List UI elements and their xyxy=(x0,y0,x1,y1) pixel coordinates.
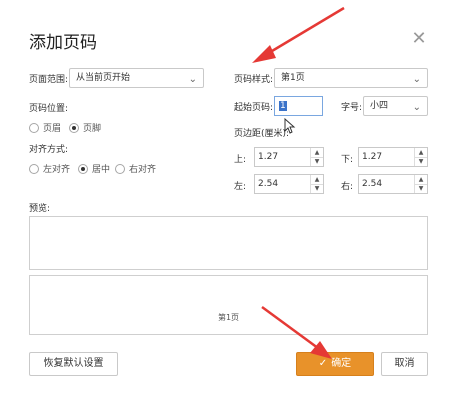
spin-down-icon[interactable]: ▼ xyxy=(311,157,323,166)
margin-top-stepper[interactable]: 1.27 ▲ ▼ xyxy=(254,147,324,167)
margin-right-value: 2.54 xyxy=(362,179,383,189)
dialog-title: 添加页码 xyxy=(29,33,97,53)
style-label: 页码样式: xyxy=(234,75,274,85)
margin-bottom-value: 1.27 xyxy=(362,152,383,162)
ok-button-label: 确定 xyxy=(331,358,352,369)
position-footer-radio[interactable]: 页脚 xyxy=(69,117,101,136)
preview-page-number: 第1页 xyxy=(217,313,240,322)
align-left-radio[interactable]: 左对齐 xyxy=(29,158,70,177)
spin-down-icon[interactable]: ▼ xyxy=(415,157,427,166)
align-left-label: 左对齐 xyxy=(43,165,71,175)
position-header-label: 页眉 xyxy=(43,124,62,134)
position-footer-label: 页脚 xyxy=(83,124,102,134)
margin-top-value: 1.27 xyxy=(258,152,279,162)
chevron-down-icon: ⌄ xyxy=(188,74,197,85)
style-value: 第1页 xyxy=(281,73,305,83)
position-label: 页码位置: xyxy=(29,104,69,114)
margin-left-stepper[interactable]: 2.54 ▲ ▼ xyxy=(254,174,324,194)
margin-bottom-stepper[interactable]: 1.27 ▲ ▼ xyxy=(358,147,428,167)
chevron-down-icon: ⌄ xyxy=(412,74,421,85)
radio-icon xyxy=(115,163,125,174)
preview-header-area xyxy=(29,216,428,270)
close-icon[interactable]: ✕ xyxy=(410,30,428,48)
preview-footer-area: 第1页 xyxy=(29,275,428,335)
radio-icon xyxy=(29,163,39,174)
start-page-value: 1 xyxy=(279,101,287,111)
font-size-select[interactable]: 小四 ⌄ xyxy=(363,96,428,116)
style-select[interactable]: 第1页 ⌄ xyxy=(274,68,428,88)
align-label: 对齐方式: xyxy=(29,145,69,155)
margin-bottom-label: 下: xyxy=(341,155,354,165)
start-label: 起始页码: xyxy=(234,103,274,113)
range-select[interactable]: 从当前页开始 ⌄ xyxy=(69,68,204,88)
cancel-button[interactable]: 取消 xyxy=(381,352,428,376)
radio-icon xyxy=(29,122,39,133)
margin-top-label: 上: xyxy=(234,155,247,165)
position-header-radio[interactable]: 页眉 xyxy=(29,117,61,136)
chevron-down-icon: ⌄ xyxy=(412,102,421,113)
range-value: 从当前页开始 xyxy=(76,73,131,83)
range-label: 页面范围: xyxy=(29,75,69,85)
reset-defaults-button[interactable]: 恢复默认设置 xyxy=(29,352,118,376)
align-center-radio[interactable]: 居中 xyxy=(78,158,110,177)
spin-down-icon[interactable]: ▼ xyxy=(311,184,323,193)
align-right-label: 右对齐 xyxy=(129,165,157,175)
margin-right-label: 右: xyxy=(341,182,354,192)
radio-checked-icon xyxy=(69,122,79,133)
confirm-icon: ✓ xyxy=(318,358,328,369)
font-size-value: 小四 xyxy=(370,101,389,111)
align-right-radio[interactable]: 右对齐 xyxy=(115,158,156,177)
margins-label: 页边距(厘米): xyxy=(234,129,290,139)
margin-right-stepper[interactable]: 2.54 ▲ ▼ xyxy=(358,174,428,194)
start-page-input[interactable]: 1 xyxy=(274,96,323,116)
annotation-arrow-icon xyxy=(252,6,345,63)
font-size-label: 字号: xyxy=(341,103,363,113)
ok-button[interactable]: ✓ 确定 xyxy=(296,352,374,376)
spin-down-icon[interactable]: ▼ xyxy=(415,184,427,193)
margin-left-value: 2.54 xyxy=(258,179,279,189)
radio-checked-icon xyxy=(78,163,88,174)
margin-left-label: 左: xyxy=(234,182,247,192)
preview-label: 预览: xyxy=(29,204,51,214)
align-center-label: 居中 xyxy=(92,165,111,175)
